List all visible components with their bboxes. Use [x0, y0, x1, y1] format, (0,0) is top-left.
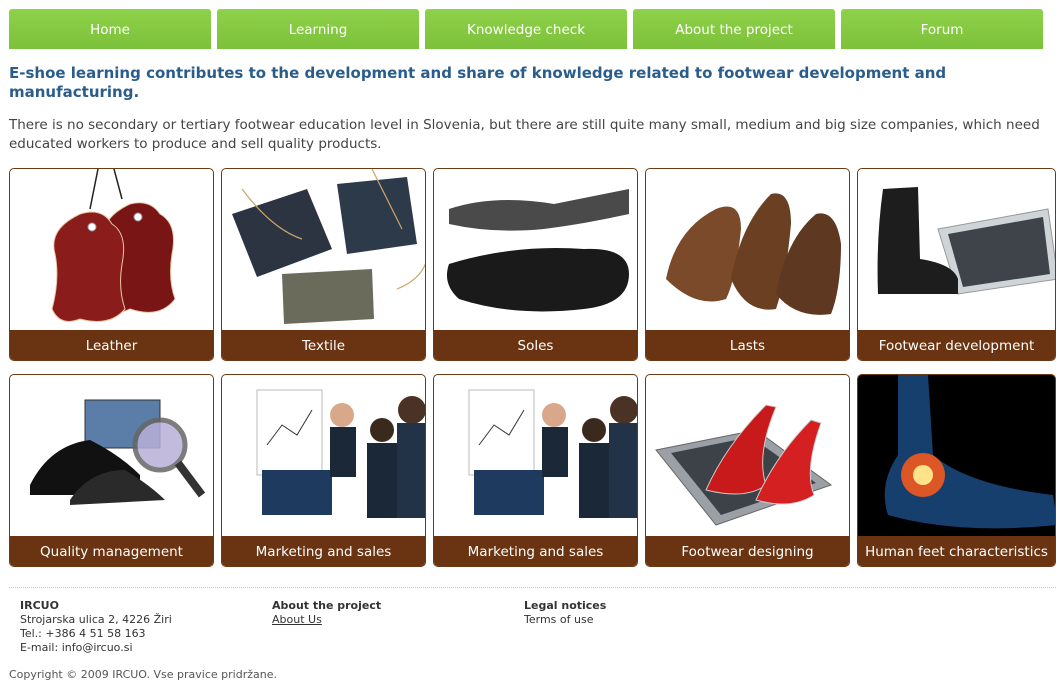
org-email: E-mail: info@ircuo.si — [20, 641, 133, 654]
tile-footwear-designing[interactable]: Footwear designing — [645, 374, 850, 567]
org-phone: Tel.: +386 4 51 58 163 — [20, 627, 146, 640]
tile-label: Footwear designing — [646, 536, 849, 566]
footer-contact: IRCUO Strojarska ulica 2, 4226 Žiri Tel.… — [20, 599, 172, 655]
about-title: About the project — [272, 599, 382, 612]
textile-swatches-image — [232, 169, 425, 324]
shoes-and-magnifier-image — [30, 399, 206, 505]
foot-xray-image — [858, 375, 1055, 538]
tile-leather[interactable]: Leather — [9, 168, 214, 361]
footer-about: About the project About Us — [272, 599, 381, 627]
tile-label: Soles — [434, 330, 637, 360]
tile-marketing-and-sales[interactable]: Marketing and sales — [221, 374, 426, 567]
nav-about-the-project[interactable]: About the project — [633, 9, 835, 49]
tile-soles[interactable]: Soles — [433, 168, 638, 361]
footer-divider — [9, 587, 1056, 588]
intro-paragraph: There is no secondary or tertiary footwe… — [9, 117, 1040, 152]
wooden-lasts-image — [666, 193, 841, 315]
tile-lasts[interactable]: Lasts — [645, 168, 850, 361]
tile-label: Quality management — [10, 536, 213, 566]
tile-textile[interactable]: Textile — [221, 168, 426, 361]
main-navigation: Home Learning Knowledge check About the … — [9, 9, 1049, 49]
org-name: IRCUO — [20, 599, 59, 612]
terms-of-use-link[interactable]: Terms of use — [524, 613, 606, 627]
tile-label: Leather — [10, 330, 213, 360]
tile-label: Marketing and sales — [434, 536, 637, 566]
tile-label: Textile — [222, 330, 425, 360]
boot-and-tablet-image — [877, 187, 1055, 295]
footer-legal: Legal notices Terms of use — [524, 599, 606, 627]
business-meeting-image — [256, 389, 425, 518]
tile-label: Human feet characteristics — [858, 536, 1055, 566]
red-heels-laptop-image — [655, 404, 833, 526]
nav-forum[interactable]: Forum — [841, 9, 1043, 49]
copyright: Copyright © 2009 IRCUO. Vse pravice prid… — [9, 668, 277, 681]
leather-hides-image — [51, 169, 176, 322]
tile-human-feet-characteristics[interactable]: Human feet characteristics — [857, 374, 1056, 567]
org-address: Strojarska ulica 2, 4226 Žiri — [20, 613, 172, 626]
legal-title: Legal notices — [524, 599, 607, 612]
tile-label: Footwear development — [858, 330, 1055, 360]
about-us-link[interactable]: About Us — [272, 613, 322, 626]
tile-label: Lasts — [646, 330, 849, 360]
business-meeting-image — [468, 389, 637, 518]
nav-learning[interactable]: Learning — [217, 9, 419, 49]
tile-marketing-and-sales-2[interactable]: Marketing and sales — [433, 374, 638, 567]
tile-label: Marketing and sales — [222, 536, 425, 566]
tile-footwear-development[interactable]: Footwear development — [857, 168, 1056, 361]
shoe-soles-image — [446, 189, 629, 312]
tile-quality-management[interactable]: Quality management — [9, 374, 214, 567]
nav-home[interactable]: Home — [9, 9, 211, 49]
nav-knowledge-check[interactable]: Knowledge check — [425, 9, 627, 49]
page-headline: E-shoe learning contributes to the devel… — [9, 64, 947, 101]
